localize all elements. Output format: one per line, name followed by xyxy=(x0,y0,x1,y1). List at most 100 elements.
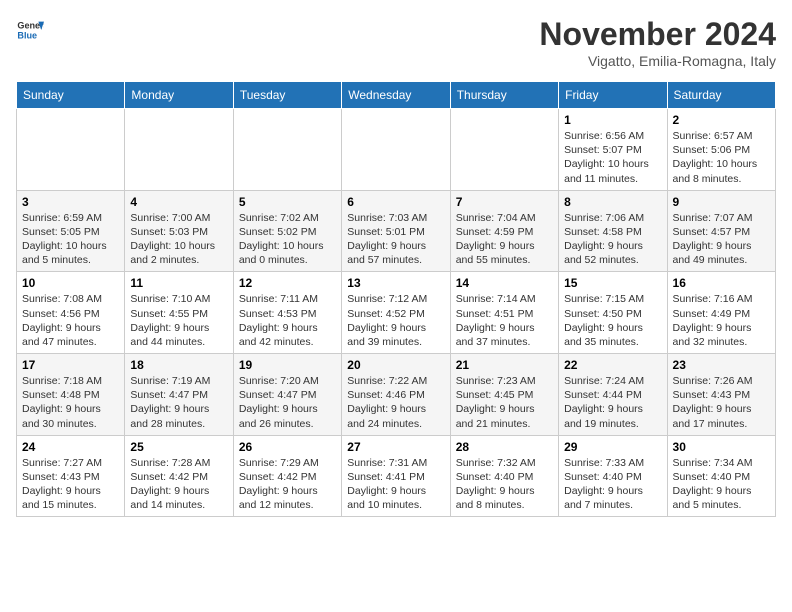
calendar-week-row: 17 Sunrise: 7:18 AM Sunset: 4:48 PM Dayli… xyxy=(17,354,776,436)
calendar-cell: 14Sunrise: 7:14 AM Sunset: 4:51 PM Dayli… xyxy=(450,272,558,354)
day-info: Sunrise: 7:04 AM Sunset: 4:59 PM Dayligh… xyxy=(456,211,553,268)
day-info: Sunrise: 6:57 AM Sunset: 5:06 PM Dayligh… xyxy=(673,129,770,186)
calendar-cell: 28 Sunrise: 7:32 AM Sunset: 4:40 PM Dayli… xyxy=(450,435,558,517)
day-number: 12 xyxy=(239,276,336,290)
day-number: 4 xyxy=(130,195,227,209)
calendar-cell: 25Sunrise: 7:28 AM Sunset: 4:42 PM Dayli… xyxy=(125,435,233,517)
title-area: November 2024 Vigatto, Emilia-Romagna, I… xyxy=(539,16,776,69)
day-number: 16 xyxy=(673,276,770,290)
weekday-header-wednesday: Wednesday xyxy=(342,82,450,109)
day-info: Sunrise: 6:56 AM Sunset: 5:07 PM Dayligh… xyxy=(564,129,661,186)
calendar-week-row: 3 Sunrise: 6:59 AM Sunset: 5:05 PM Daylig… xyxy=(17,190,776,272)
calendar-week-row: 10 Sunrise: 7:08 AM Sunset: 4:56 PM Dayli… xyxy=(17,272,776,354)
calendar-cell: 18 Sunrise: 7:19 AM Sunset: 4:47 PM Dayli… xyxy=(125,354,233,436)
calendar-cell: 29 Sunrise: 7:33 AM Sunset: 4:40 PM Dayli… xyxy=(559,435,667,517)
calendar-cell: 13 Sunrise: 7:12 AM Sunset: 4:52 PM Dayli… xyxy=(342,272,450,354)
day-number: 15 xyxy=(564,276,661,290)
day-info: Sunrise: 7:22 AM Sunset: 4:46 PM Dayligh… xyxy=(347,374,444,431)
weekday-header-saturday: Saturday xyxy=(667,82,775,109)
day-info: Sunrise: 6:59 AM Sunset: 5:05 PM Dayligh… xyxy=(22,211,119,268)
calendar-cell: 20 Sunrise: 7:22 AM Sunset: 4:46 PM Dayli… xyxy=(342,354,450,436)
day-number: 13 xyxy=(347,276,444,290)
calendar-cell xyxy=(342,109,450,191)
day-info: Sunrise: 7:08 AM Sunset: 4:56 PM Dayligh… xyxy=(22,292,119,349)
day-info: Sunrise: 7:18 AM Sunset: 4:48 PM Dayligh… xyxy=(22,374,119,431)
day-number: 3 xyxy=(22,195,119,209)
day-info: Sunrise: 7:29 AM Sunset: 4:42 PM Dayligh… xyxy=(239,456,336,513)
logo: General Blue xyxy=(16,16,44,44)
day-number: 2 xyxy=(673,113,770,127)
day-info: Sunrise: 7:32 AM Sunset: 4:40 PM Dayligh… xyxy=(456,456,553,513)
day-number: 19 xyxy=(239,358,336,372)
weekday-header-tuesday: Tuesday xyxy=(233,82,341,109)
day-info: Sunrise: 7:31 AM Sunset: 4:41 PM Dayligh… xyxy=(347,456,444,513)
calendar-cell: 30Sunrise: 7:34 AM Sunset: 4:40 PM Dayli… xyxy=(667,435,775,517)
day-number: 17 xyxy=(22,358,119,372)
day-number: 9 xyxy=(673,195,770,209)
day-number: 27 xyxy=(347,440,444,454)
day-number: 28 xyxy=(456,440,553,454)
calendar-cell: 15Sunrise: 7:15 AM Sunset: 4:50 PM Dayli… xyxy=(559,272,667,354)
calendar-cell: 16 Sunrise: 7:16 AM Sunset: 4:49 PM Dayli… xyxy=(667,272,775,354)
calendar-cell xyxy=(17,109,125,191)
calendar-cell: 6 Sunrise: 7:03 AM Sunset: 5:01 PM Daylig… xyxy=(342,190,450,272)
day-info: Sunrise: 7:27 AM Sunset: 4:43 PM Dayligh… xyxy=(22,456,119,513)
weekday-header-friday: Friday xyxy=(559,82,667,109)
day-number: 11 xyxy=(130,276,227,290)
day-info: Sunrise: 7:19 AM Sunset: 4:47 PM Dayligh… xyxy=(130,374,227,431)
day-info: Sunrise: 7:20 AM Sunset: 4:47 PM Dayligh… xyxy=(239,374,336,431)
month-title: November 2024 xyxy=(539,16,776,53)
calendar-cell: 7 Sunrise: 7:04 AM Sunset: 4:59 PM Daylig… xyxy=(450,190,558,272)
day-number: 21 xyxy=(456,358,553,372)
day-number: 14 xyxy=(456,276,553,290)
calendar-cell: 1 Sunrise: 6:56 AM Sunset: 5:07 PM Daylig… xyxy=(559,109,667,191)
calendar-cell: 24Sunrise: 7:27 AM Sunset: 4:43 PM Dayli… xyxy=(17,435,125,517)
subtitle: Vigatto, Emilia-Romagna, Italy xyxy=(539,53,776,69)
day-number: 25 xyxy=(130,440,227,454)
weekday-header-sunday: Sunday xyxy=(17,82,125,109)
calendar-cell: 22Sunrise: 7:24 AM Sunset: 4:44 PM Dayli… xyxy=(559,354,667,436)
calendar-cell: 12 Sunrise: 7:11 AM Sunset: 4:53 PM Dayli… xyxy=(233,272,341,354)
day-info: Sunrise: 7:16 AM Sunset: 4:49 PM Dayligh… xyxy=(673,292,770,349)
calendar-cell: 5 Sunrise: 7:02 AM Sunset: 5:02 PM Daylig… xyxy=(233,190,341,272)
calendar-cell: 21 Sunrise: 7:23 AM Sunset: 4:45 PM Dayli… xyxy=(450,354,558,436)
day-number: 26 xyxy=(239,440,336,454)
weekday-header-monday: Monday xyxy=(125,82,233,109)
day-info: Sunrise: 7:10 AM Sunset: 4:55 PM Dayligh… xyxy=(130,292,227,349)
calendar-cell xyxy=(233,109,341,191)
day-info: Sunrise: 7:07 AM Sunset: 4:57 PM Dayligh… xyxy=(673,211,770,268)
day-info: Sunrise: 7:11 AM Sunset: 4:53 PM Dayligh… xyxy=(239,292,336,349)
calendar-cell: 4 Sunrise: 7:00 AM Sunset: 5:03 PM Daylig… xyxy=(125,190,233,272)
day-number: 20 xyxy=(347,358,444,372)
day-number: 8 xyxy=(564,195,661,209)
calendar-cell: 23 Sunrise: 7:26 AM Sunset: 4:43 PM Dayli… xyxy=(667,354,775,436)
calendar-cell: 19 Sunrise: 7:20 AM Sunset: 4:47 PM Dayli… xyxy=(233,354,341,436)
day-info: Sunrise: 7:00 AM Sunset: 5:03 PM Dayligh… xyxy=(130,211,227,268)
day-info: Sunrise: 7:12 AM Sunset: 4:52 PM Dayligh… xyxy=(347,292,444,349)
day-number: 18 xyxy=(130,358,227,372)
day-info: Sunrise: 7:03 AM Sunset: 5:01 PM Dayligh… xyxy=(347,211,444,268)
svg-text:Blue: Blue xyxy=(17,30,37,40)
calendar-cell: 2 Sunrise: 6:57 AM Sunset: 5:06 PM Daylig… xyxy=(667,109,775,191)
calendar-cell: 9 Sunrise: 7:07 AM Sunset: 4:57 PM Daylig… xyxy=(667,190,775,272)
day-number: 7 xyxy=(456,195,553,209)
calendar-cell xyxy=(450,109,558,191)
day-number: 29 xyxy=(564,440,661,454)
day-info: Sunrise: 7:26 AM Sunset: 4:43 PM Dayligh… xyxy=(673,374,770,431)
day-number: 30 xyxy=(673,440,770,454)
day-number: 23 xyxy=(673,358,770,372)
calendar-week-row: 1 Sunrise: 6:56 AM Sunset: 5:07 PM Daylig… xyxy=(17,109,776,191)
calendar-cell: 26 Sunrise: 7:29 AM Sunset: 4:42 PM Dayli… xyxy=(233,435,341,517)
day-number: 22 xyxy=(564,358,661,372)
day-number: 10 xyxy=(22,276,119,290)
weekday-header-row: SundayMondayTuesdayWednesdayThursdayFrid… xyxy=(17,82,776,109)
calendar-week-row: 24Sunrise: 7:27 AM Sunset: 4:43 PM Dayli… xyxy=(17,435,776,517)
calendar-cell: 3 Sunrise: 6:59 AM Sunset: 5:05 PM Daylig… xyxy=(17,190,125,272)
day-number: 5 xyxy=(239,195,336,209)
day-number: 6 xyxy=(347,195,444,209)
day-info: Sunrise: 7:23 AM Sunset: 4:45 PM Dayligh… xyxy=(456,374,553,431)
day-number: 1 xyxy=(564,113,661,127)
weekday-header-thursday: Thursday xyxy=(450,82,558,109)
day-info: Sunrise: 7:33 AM Sunset: 4:40 PM Dayligh… xyxy=(564,456,661,513)
day-info: Sunrise: 7:02 AM Sunset: 5:02 PM Dayligh… xyxy=(239,211,336,268)
